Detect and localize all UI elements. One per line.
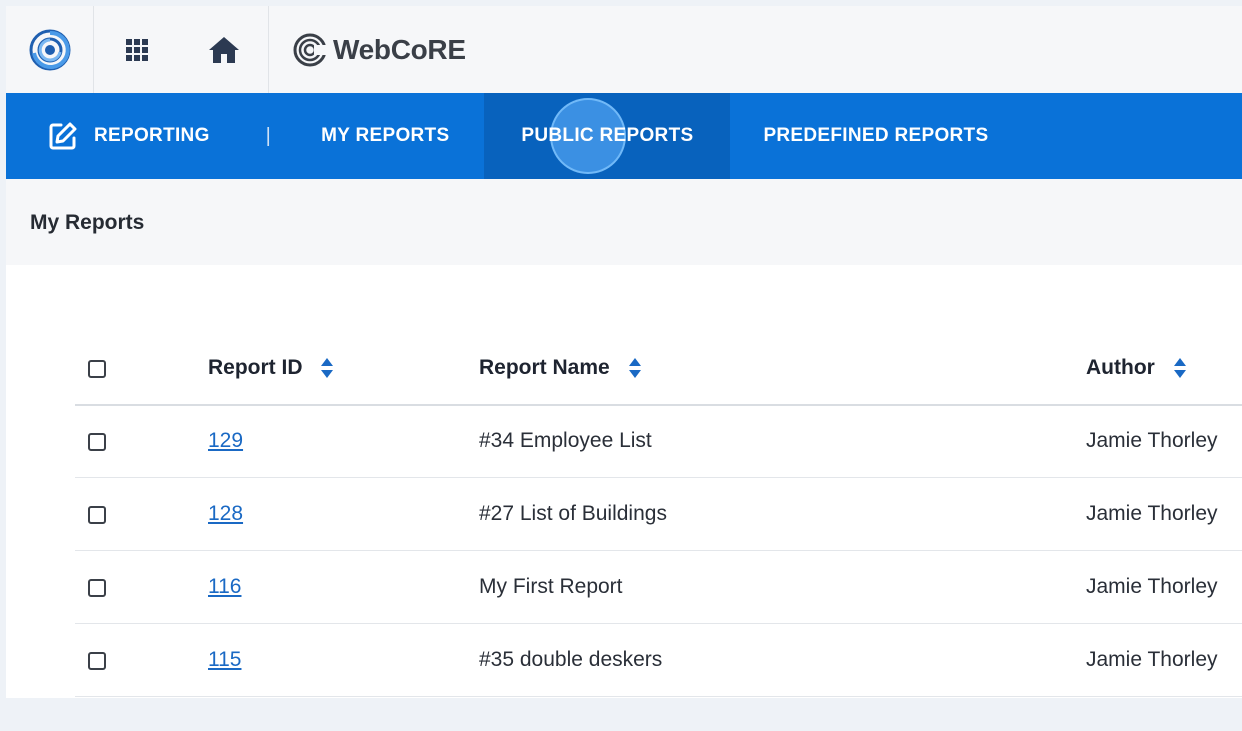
tab-public-reports[interactable]: PUBLIC REPORTS bbox=[484, 93, 731, 179]
report-name: #34 Employee List bbox=[479, 429, 652, 452]
column-header-author-label: Author bbox=[1086, 356, 1155, 379]
app-logo-button[interactable] bbox=[6, 6, 94, 93]
tab-public-reports-label: PUBLIC REPORTS bbox=[521, 125, 694, 146]
nav-separator: | bbox=[265, 124, 272, 147]
nav-reporting[interactable]: REPORTING bbox=[6, 93, 210, 179]
row-checkbox[interactable] bbox=[88, 433, 106, 451]
reporting-nav-bar: REPORTING | MY REPORTS PUBLIC REPORTS PR… bbox=[6, 93, 1242, 179]
column-header-report-name-label: Report Name bbox=[479, 356, 610, 379]
nav-reporting-label: REPORTING bbox=[94, 125, 210, 146]
top-header: WebCoRE bbox=[6, 6, 1242, 93]
report-author: Jamie Thorley bbox=[1086, 502, 1218, 525]
row-checkbox[interactable] bbox=[88, 579, 106, 597]
tab-predefined-reports[interactable]: PREDEFINED REPORTS bbox=[730, 93, 988, 179]
edit-icon bbox=[49, 122, 77, 150]
tab-my-reports-label: MY REPORTS bbox=[321, 125, 450, 146]
report-id-link[interactable]: 129 bbox=[208, 429, 243, 453]
report-id-link[interactable]: 128 bbox=[208, 502, 243, 526]
table-row: 129 #34 Employee List Jamie Thorley bbox=[75, 405, 1242, 478]
table-row: 115 #35 double deskers Jamie Thorley bbox=[75, 624, 1242, 697]
report-name: #35 double deskers bbox=[479, 648, 663, 671]
sort-icon bbox=[321, 358, 334, 379]
table-body: 129 #34 Employee List Jamie Thorley 128 … bbox=[75, 405, 1242, 697]
brand-logo: WebCoRE bbox=[269, 6, 466, 93]
tab-predefined-reports-label: PREDEFINED REPORTS bbox=[763, 125, 989, 146]
apps-grid-icon bbox=[126, 38, 148, 61]
row-checkbox[interactable] bbox=[88, 652, 106, 670]
apps-grid-button[interactable] bbox=[94, 6, 180, 93]
sort-icon bbox=[628, 358, 641, 379]
page-title: My Reports bbox=[30, 211, 145, 234]
report-name: #27 List of Buildings bbox=[479, 502, 667, 525]
app-frame: WebCoRE REPORTING | MY REPORTS PUBLIC RE… bbox=[6, 6, 1242, 698]
webcore-logo-icon bbox=[293, 33, 327, 66]
column-header-report-id-label: Report ID bbox=[208, 356, 303, 379]
sort-icon bbox=[1173, 358, 1186, 379]
report-author: Jamie Thorley bbox=[1086, 575, 1218, 598]
column-header-report-id[interactable]: Report ID bbox=[208, 356, 334, 380]
report-id-link[interactable]: 115 bbox=[208, 648, 241, 672]
report-name: My First Report bbox=[479, 575, 623, 598]
report-id-link[interactable]: 116 bbox=[208, 575, 241, 599]
report-author: Jamie Thorley bbox=[1086, 648, 1218, 671]
column-header-report-name[interactable]: Report Name bbox=[479, 356, 642, 380]
report-author: Jamie Thorley bbox=[1086, 429, 1218, 452]
table-row: 128 #27 List of Buildings Jamie Thorley bbox=[75, 478, 1242, 551]
select-all-checkbox[interactable] bbox=[88, 360, 106, 378]
table-row: 116 My First Report Jamie Thorley bbox=[75, 551, 1242, 624]
home-icon bbox=[209, 36, 239, 63]
tab-my-reports[interactable]: MY REPORTS bbox=[321, 93, 484, 179]
table-header-row: Report ID Report Name Author bbox=[75, 332, 1242, 406]
swirl-logo-icon bbox=[29, 29, 70, 70]
brand-name: WebCoRE bbox=[333, 33, 466, 65]
page-header: My Reports bbox=[6, 179, 1242, 265]
row-checkbox[interactable] bbox=[88, 506, 106, 524]
column-header-author[interactable]: Author bbox=[1086, 356, 1187, 380]
home-button[interactable] bbox=[180, 6, 269, 93]
